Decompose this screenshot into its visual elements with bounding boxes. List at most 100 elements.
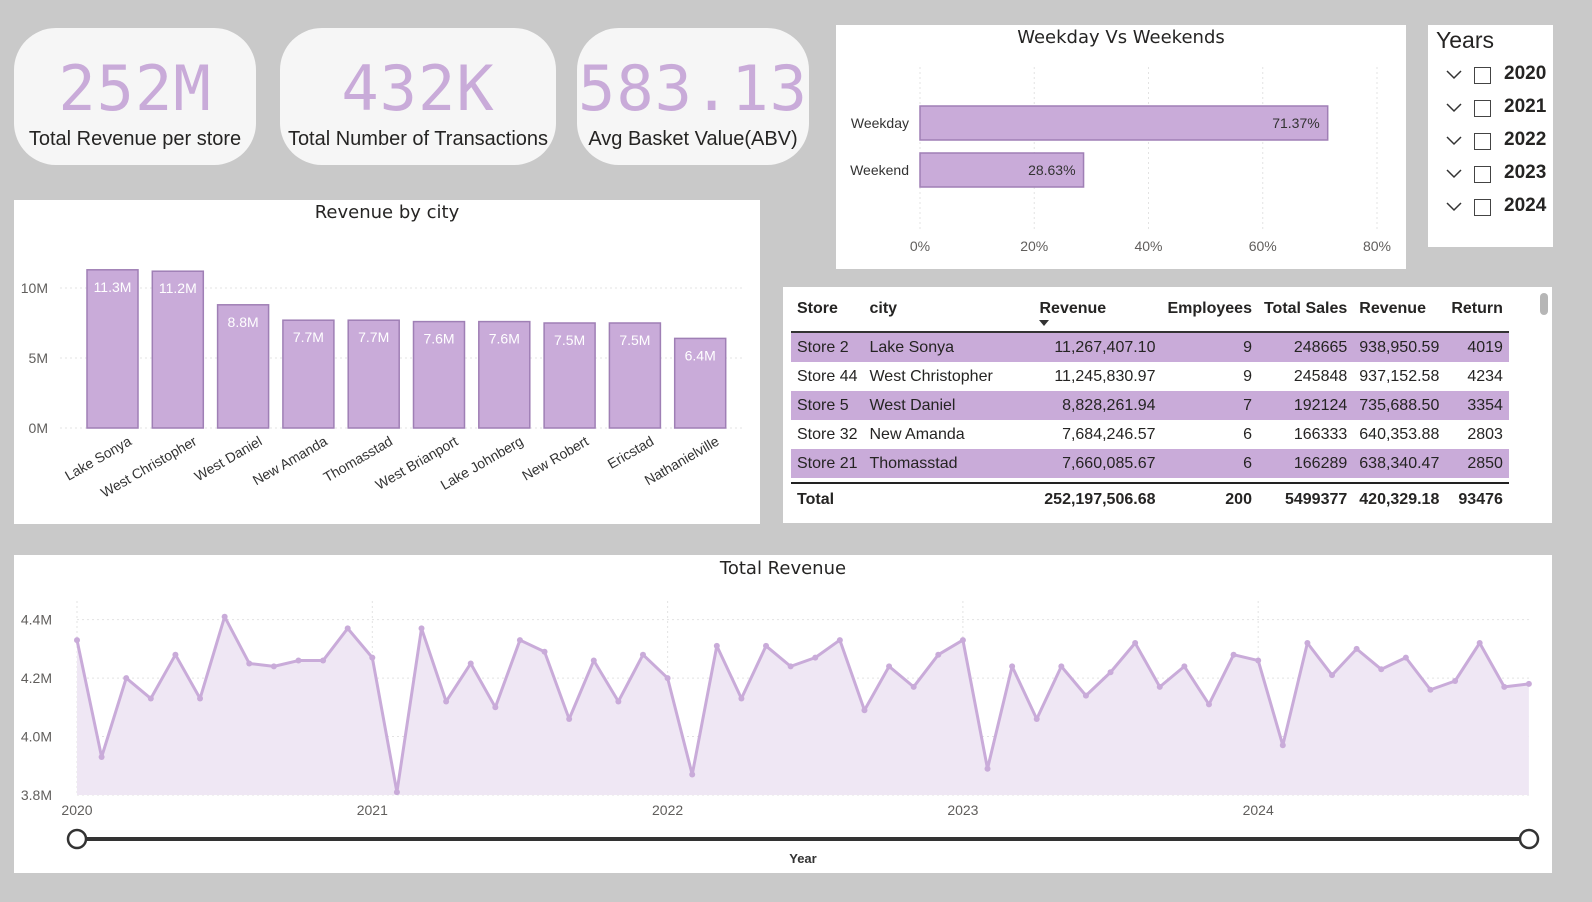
data-point[interactable] bbox=[590, 657, 597, 664]
slicer-item-2022[interactable]: 2022 bbox=[1428, 129, 1558, 159]
data-point[interactable] bbox=[959, 637, 966, 644]
data-point[interactable] bbox=[1452, 678, 1459, 684]
data-point[interactable] bbox=[246, 660, 253, 667]
checkbox[interactable] bbox=[1474, 67, 1491, 84]
table-row[interactable]: Store 21 Thomasstad 7,660,085.67 6 166289 638… bbox=[791, 449, 1509, 478]
data-point[interactable] bbox=[172, 651, 179, 658]
data-point[interactable] bbox=[1525, 680, 1532, 687]
slicer-item-2023[interactable]: 2023 bbox=[1428, 162, 1558, 192]
data-point[interactable] bbox=[516, 637, 523, 644]
data-point[interactable] bbox=[763, 642, 770, 649]
data-point[interactable] bbox=[886, 663, 893, 670]
data-point[interactable] bbox=[1329, 672, 1336, 679]
chevron-down-icon[interactable] bbox=[1444, 65, 1464, 85]
data-point[interactable] bbox=[1501, 683, 1508, 690]
chevron-down-icon[interactable] bbox=[1444, 197, 1464, 217]
x-tick-label: 0% bbox=[910, 238, 930, 254]
table-scrollbar[interactable] bbox=[1540, 293, 1548, 315]
data-point[interactable] bbox=[443, 698, 450, 705]
chevron-down-icon[interactable] bbox=[1444, 164, 1464, 184]
data-point[interactable] bbox=[689, 771, 696, 778]
data-point[interactable] bbox=[1279, 742, 1286, 749]
checkbox[interactable] bbox=[1474, 133, 1491, 150]
table-row[interactable]: Store 5 West Daniel 8,828,261.94 7 192124 735… bbox=[791, 391, 1509, 420]
data-point[interactable] bbox=[418, 625, 425, 632]
col-header-store[interactable]: Store bbox=[791, 287, 864, 333]
data-point[interactable] bbox=[1230, 651, 1237, 658]
data-point[interactable] bbox=[393, 789, 400, 796]
data-point[interactable] bbox=[270, 663, 277, 670]
data-point[interactable] bbox=[147, 695, 154, 702]
checkbox[interactable] bbox=[1474, 166, 1491, 183]
range-slider-end-handle[interactable] bbox=[1518, 828, 1540, 850]
data-point[interactable] bbox=[344, 625, 351, 632]
data-point[interactable] bbox=[1304, 640, 1311, 646]
data-point[interactable] bbox=[1082, 692, 1089, 699]
data-point[interactable] bbox=[566, 716, 573, 722]
bar-weekday[interactable] bbox=[919, 105, 1329, 141]
data-point[interactable] bbox=[1009, 663, 1016, 670]
data-point[interactable] bbox=[369, 654, 376, 661]
data-point[interactable] bbox=[738, 695, 745, 702]
data-point[interactable] bbox=[664, 675, 671, 682]
slicer-item-2021[interactable]: 2021 bbox=[1428, 96, 1558, 126]
col-header-revenue-2[interactable]: Revenue bbox=[1353, 287, 1446, 333]
data-point[interactable] bbox=[1402, 654, 1409, 661]
data-point[interactable] bbox=[74, 637, 80, 644]
total-revenue-chart-panel[interactable]: Total Revenue 3.8M 4.0M 4.2M 4.4M 2020 2021 20… bbox=[14, 555, 1552, 873]
store-table-panel[interactable]: Store city Revenue Employees Total Sales… bbox=[783, 287, 1552, 523]
data-point[interactable] bbox=[935, 651, 942, 658]
data-point[interactable] bbox=[639, 651, 646, 658]
data-point[interactable] bbox=[615, 698, 622, 705]
slicer-item-label: 2020 bbox=[1504, 63, 1547, 84]
data-point[interactable] bbox=[1427, 686, 1434, 693]
data-point[interactable] bbox=[1378, 666, 1385, 673]
data-point[interactable] bbox=[1476, 640, 1483, 646]
checkbox[interactable] bbox=[1474, 199, 1491, 216]
data-point[interactable] bbox=[123, 675, 130, 682]
x-tick-label: 20% bbox=[1020, 238, 1048, 254]
data-point[interactable] bbox=[1132, 640, 1139, 646]
data-point[interactable] bbox=[861, 707, 868, 714]
slicer-item-2020[interactable]: 2020 bbox=[1428, 63, 1558, 93]
data-point[interactable] bbox=[295, 657, 302, 664]
data-point[interactable] bbox=[1255, 657, 1262, 664]
range-slider-start-handle[interactable] bbox=[66, 828, 88, 850]
weekday-weekend-chart-panel[interactable]: Weekday Vs Weekends 0% 20% 40% 60% 80% Weekda… bbox=[836, 25, 1406, 269]
table-row[interactable]: Store 32 New Amanda 7,684,246.57 6 166333 640… bbox=[791, 420, 1509, 449]
col-header-return[interactable]: Return bbox=[1445, 287, 1509, 333]
data-point[interactable] bbox=[221, 613, 228, 620]
data-point[interactable] bbox=[492, 704, 499, 711]
col-header-city[interactable]: city bbox=[863, 287, 1034, 333]
data-point[interactable] bbox=[836, 637, 843, 644]
chevron-down-icon[interactable] bbox=[1444, 131, 1464, 151]
data-point[interactable] bbox=[98, 754, 105, 760]
data-point[interactable] bbox=[541, 648, 548, 655]
data-point[interactable] bbox=[713, 642, 720, 649]
data-point[interactable] bbox=[467, 660, 474, 667]
x-tick-label: Nathanielville bbox=[642, 433, 722, 489]
data-point[interactable] bbox=[910, 683, 917, 690]
data-point[interactable] bbox=[812, 654, 819, 661]
slicer-item-2024[interactable]: 2024 bbox=[1428, 195, 1558, 225]
col-header-revenue-sorted[interactable]: Revenue bbox=[1033, 287, 1162, 333]
data-point[interactable] bbox=[1107, 669, 1114, 676]
data-point[interactable] bbox=[1058, 663, 1065, 670]
table-row[interactable]: Store 2 Lake Sonya 11,267,407.10 9 248665 938… bbox=[791, 332, 1509, 362]
table-row[interactable]: Store 44 West Christopher 11,245,830.97 9 24… bbox=[791, 362, 1509, 391]
data-point[interactable] bbox=[1353, 645, 1360, 652]
data-point[interactable] bbox=[1156, 683, 1163, 690]
data-point[interactable] bbox=[197, 695, 204, 702]
data-point[interactable] bbox=[1181, 663, 1188, 670]
data-point[interactable] bbox=[320, 657, 327, 664]
data-point[interactable] bbox=[984, 765, 991, 772]
data-point[interactable] bbox=[1033, 716, 1040, 722]
col-header-employees[interactable]: Employees bbox=[1161, 287, 1258, 333]
table-total-row[interactable]: Total 252,197,506.68 200 5499377 420,329.18 9… bbox=[791, 482, 1509, 516]
col-header-total-sales[interactable]: Total Sales bbox=[1257, 287, 1354, 333]
data-point[interactable] bbox=[1205, 701, 1212, 708]
revenue-by-city-chart-panel[interactable]: Revenue by city 0M 5M 10M 11.3M Lake Sonya 11… bbox=[14, 200, 760, 524]
checkbox[interactable] bbox=[1474, 100, 1491, 117]
data-point[interactable] bbox=[787, 663, 794, 670]
chevron-down-icon[interactable] bbox=[1444, 98, 1464, 118]
